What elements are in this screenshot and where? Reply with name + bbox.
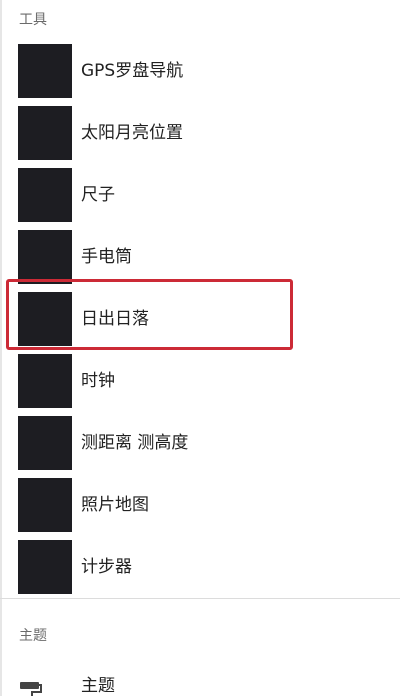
tool-item-photo-map[interactable]: 照片地图 [0, 478, 400, 540]
tool-item-label: 测距离 测高度 [81, 433, 189, 453]
tool-item-pedometer[interactable]: 计步器 [0, 540, 400, 602]
theme-item-label: 主题 [81, 676, 115, 696]
tool-item-clock[interactable]: 时钟 [0, 354, 400, 416]
tool-thumbnail [18, 230, 72, 284]
tools-section-title: 工具 [19, 12, 47, 28]
tool-item-label: GPS罗盘导航 [81, 61, 184, 81]
tool-thumbnail [18, 416, 72, 470]
tool-thumbnail [18, 44, 72, 98]
tool-item-flashlight[interactable]: 手电筒 [0, 230, 400, 292]
tool-item-label: 手电筒 [81, 247, 132, 267]
tool-item-label: 日出日落 [81, 309, 149, 329]
tool-thumbnail [18, 540, 72, 594]
tool-item-label: 照片地图 [81, 495, 149, 515]
tool-item-sunrise-sunset[interactable]: 日出日落 [0, 292, 400, 354]
tool-item-label: 尺子 [81, 185, 115, 205]
tool-item-ruler[interactable]: 尺子 [0, 168, 400, 230]
tool-thumbnail [18, 106, 72, 160]
tool-item-sun-moon-position[interactable]: 太阳月亮位置 [0, 106, 400, 168]
tool-item-distance-height[interactable]: 测距离 测高度 [0, 416, 400, 478]
tool-thumbnail [18, 478, 72, 532]
tool-item-label: 时钟 [81, 371, 115, 391]
tool-thumbnail [18, 292, 72, 346]
theme-section-title: 主题 [19, 628, 47, 644]
section-divider [0, 598, 400, 599]
tool-item-label: 计步器 [81, 557, 132, 577]
tool-thumbnail [18, 354, 72, 408]
tool-item-gps-compass[interactable]: GPS罗盘导航 [0, 44, 400, 106]
tool-item-label: 太阳月亮位置 [81, 123, 183, 143]
theme-menu-item[interactable]: 主题 [0, 666, 400, 696]
tool-thumbnail [18, 168, 72, 222]
paint-roller-icon [20, 682, 42, 696]
drawer-screen: 工具 GPS罗盘导航 太阳月亮位置 尺子 手电筒 日出日落 时钟 测距离 测高度… [0, 0, 400, 696]
